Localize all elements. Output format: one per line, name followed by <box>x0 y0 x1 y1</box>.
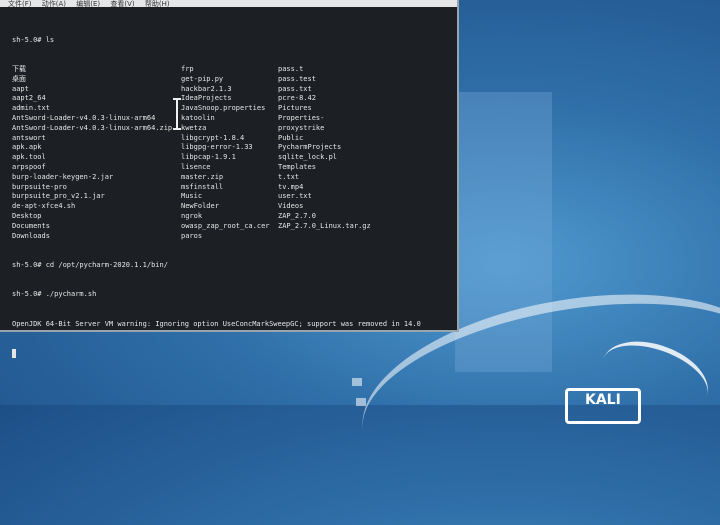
listing-entry: Music <box>181 192 203 201</box>
cursor-line <box>12 349 453 359</box>
listing-entry: libpcap-1.9.1 <box>181 153 236 162</box>
listing-entry: apk.tool <box>12 153 46 162</box>
listing-entry: master.zip <box>181 172 224 181</box>
listing-row: burpsuite-pro msfinstall tv.mp4 <box>12 183 453 193</box>
listing-entry: 桌面 <box>12 74 26 83</box>
listing-entry: burp-loader-keygen-2.jar <box>12 172 114 181</box>
listing-entry: frp <box>181 64 194 73</box>
listing-entry: AntSword-Loader-v4.0.3-linux-arm64.zip <box>12 123 173 132</box>
listing-entry: lisence <box>181 162 211 171</box>
listing-entry: Documents <box>12 221 50 230</box>
listing-row: AntSword-Loader-v4.0.3-linux-arm64.zip kw… <box>12 124 453 134</box>
listing-entry: kwetza <box>181 123 207 132</box>
listing-row: Desktop ngrok ZAP_2.7.0 <box>12 212 453 222</box>
menu-view[interactable]: 查看(V) <box>110 1 134 8</box>
listing-entry: msfinstall <box>181 182 224 191</box>
terminal-menubar: 文件(F) 动作(A) 编辑(E) 查看(V) 帮助(H) <box>0 0 457 7</box>
menu-help[interactable]: 帮助(H) <box>145 1 170 8</box>
listing-row: 桌面 get-pip.py pass.test <box>12 75 453 85</box>
listing-entry: tv.mp4 <box>278 182 304 191</box>
listing-entry: de-apt-xfce4.sh <box>12 202 76 211</box>
ls-listing: 下载 frp pass.t 桌面 get-pip.py pass.test aapt hack… <box>12 65 453 241</box>
listing-entry: 下载 <box>12 64 26 73</box>
listing-entry: proxystrike <box>278 123 325 132</box>
listing-entry: get-pip.py <box>181 74 224 83</box>
text-cursor <box>12 349 16 359</box>
listing-entry: Templates <box>278 162 316 171</box>
listing-row: antswort libgcrypt-1.8.4 Public <box>12 134 453 144</box>
listing-entry: paros <box>181 231 203 240</box>
listing-entry: katoolin <box>181 113 215 122</box>
listing-row: AntSword-Loader-v4.0.3-linux-arm64 katool… <box>12 114 453 124</box>
ibeam-cursor-icon <box>173 98 181 130</box>
listing-entry: sqlite_lock.pl <box>278 153 338 162</box>
listing-entry: arpspoof <box>12 162 46 171</box>
listing-entry: burpsuite-pro <box>12 182 67 191</box>
terminal-output[interactable]: sh-5.0# ls 下载 frp pass.t 桌面 get-pip.py pass.t… <box>12 16 453 359</box>
listing-entry: hackbar2.1.3 <box>181 84 232 93</box>
menu-edit[interactable]: 编辑(E) <box>76 1 100 8</box>
listing-entry: pcre-8.42 <box>278 94 316 103</box>
listing-entry: libgcrypt-1.8.4 <box>181 133 245 142</box>
listing-entry: owasp_zap_root_ca.cer <box>181 221 270 230</box>
listing-entry: ZAP_2.7.0_Linux.tar.gz <box>278 221 371 230</box>
listing-entry: burpsuite_pro_v2.1.jar <box>12 192 105 201</box>
listing-row: de-apt-xfce4.sh NewFolder Videos <box>12 202 453 212</box>
listing-entry: user.txt <box>278 192 312 201</box>
terminal-window[interactable]: 文件(F) 动作(A) 编辑(E) 查看(V) 帮助(H) sh-5.0# ls… <box>0 0 459 359</box>
listing-entry: pass.test <box>278 74 316 83</box>
listing-entry: ZAP_2.7.0 <box>278 211 316 220</box>
listing-entry: t.txt <box>278 172 300 181</box>
listing-entry: Properties- <box>278 113 325 122</box>
listing-entry: pass.txt <box>278 84 312 93</box>
terminal-prompt-run: sh-5.0# ./pycharm.sh <box>12 290 97 299</box>
listing-row: apk.apk libgpg-error-1.33 PycharmProjects <box>12 143 453 153</box>
listing-row: arpspoof lisence Templates <box>12 163 453 173</box>
listing-entry: Downloads <box>12 231 50 240</box>
listing-row: 下载 frp pass.t <box>12 65 453 75</box>
terminal-prompt-ls: sh-5.0# ls <box>12 35 55 44</box>
listing-entry: IdeaProjects <box>181 94 232 103</box>
listing-entry: aapt2_64 <box>12 94 46 103</box>
jvm-warning-line: OpenJDK 64-Bit Server VM warning: Ignori… <box>12 319 421 328</box>
desktop-dot-decoration <box>352 378 362 386</box>
listing-entry: PycharmProjects <box>278 143 342 152</box>
listing-entry: Desktop <box>12 211 42 220</box>
menu-file[interactable]: 文件(F) <box>8 1 32 8</box>
listing-entry: Videos <box>278 202 304 211</box>
listing-entry: libgpg-error-1.33 <box>181 143 253 152</box>
listing-row: admin.txt JavaSnoop.properties Pictures <box>12 104 453 114</box>
menu-actions[interactable]: 动作(A) <box>42 1 66 8</box>
listing-entry: admin.txt <box>12 104 50 113</box>
listing-entry: pass.t <box>278 64 304 73</box>
listing-row: Downloads paros <box>12 232 453 242</box>
listing-entry: apk.apk <box>12 143 42 152</box>
terminal-prompt-cd: sh-5.0# cd /opt/pycharm-2020.1.1/bin/ <box>12 260 168 269</box>
listing-entry: JavaSnoop.properties <box>181 104 266 113</box>
kali-logo-text: KALI <box>585 392 621 408</box>
listing-row: burp-loader-keygen-2.jar master.zip t.txt <box>12 173 453 183</box>
listing-entry: ngrok <box>181 211 203 220</box>
listing-row: burpsuite_pro_v2.1.jar Music user.txt <box>12 192 453 202</box>
listing-entry: AntSword-Loader-v4.0.3-linux-arm64 <box>12 113 156 122</box>
listing-entry: antswort <box>12 133 46 142</box>
listing-entry: Pictures <box>278 104 312 113</box>
listing-entry: Public <box>278 133 304 142</box>
listing-row: aapt2_64 IdeaProjects pcre-8.42 <box>12 94 453 104</box>
listing-row: Documents owasp_zap_root_ca.cer ZAP_2.7.0_… <box>12 222 453 232</box>
listing-row: apk.tool libpcap-1.9.1 sqlite_lock.pl <box>12 153 453 163</box>
listing-entry: NewFolder <box>181 202 219 211</box>
listing-entry: aapt <box>12 84 29 93</box>
listing-row: aapt hackbar2.1.3 pass.txt <box>12 85 453 95</box>
